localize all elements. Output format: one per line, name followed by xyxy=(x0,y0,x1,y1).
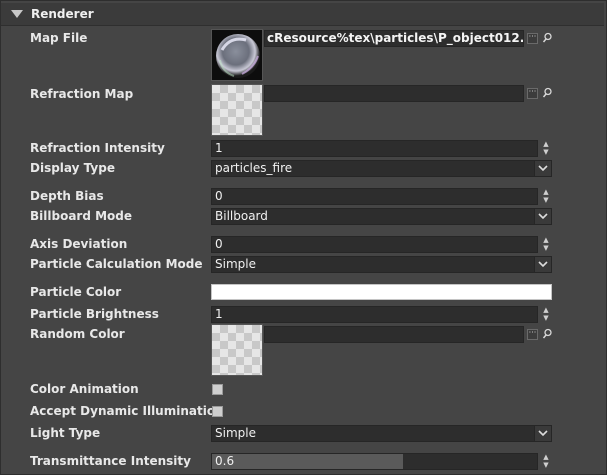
map-file-label: Map File xyxy=(30,31,88,45)
particle-brightness-spinner[interactable]: ▲ ▼ xyxy=(540,306,552,323)
accept-dynamic-illumination-label: Accept Dynamic Illumination xyxy=(30,404,224,418)
chevron-down-icon[interactable] xyxy=(534,426,551,441)
refraction-intensity-label: Refraction Intensity xyxy=(30,141,165,155)
particle-calc-mode-dropdown[interactable]: Simple xyxy=(211,256,552,273)
particle-color-label: Particle Color xyxy=(30,285,122,299)
chevron-down-icon[interactable] xyxy=(534,161,551,176)
ellipsis-icon[interactable]: ··· xyxy=(527,88,538,99)
depth-bias-label: Depth Bias xyxy=(30,189,104,203)
particle-orb-image xyxy=(212,30,262,80)
random-color-label: Random Color xyxy=(30,327,125,341)
section-title: Renderer xyxy=(31,7,94,21)
depth-bias-field[interactable]: 0 xyxy=(211,188,538,205)
axis-deviation-field[interactable]: 0 xyxy=(211,236,538,253)
magnifier-icon[interactable] xyxy=(542,87,552,99)
particle-brightness-field[interactable]: 1 xyxy=(211,306,538,323)
map-file-thumbnail[interactable] xyxy=(211,29,263,81)
refraction-map-thumbnail[interactable] xyxy=(211,84,263,136)
slider-fill xyxy=(212,454,404,469)
color-animation-checkbox[interactable] xyxy=(212,384,223,395)
light-type-label: Light Type xyxy=(30,426,101,440)
particle-calc-mode-label: Particle Calculation Mode xyxy=(30,257,203,271)
ellipsis-icon[interactable]: ··· xyxy=(527,329,538,340)
color-animation-label: Color Animation xyxy=(30,382,139,396)
refraction-map-label: Refraction Map xyxy=(30,87,134,101)
refraction-map-path[interactable] xyxy=(264,85,524,102)
transmittance-intensity-value: 0.6 xyxy=(215,454,235,468)
light-type-dropdown[interactable]: Simple xyxy=(211,425,552,442)
refraction-intensity-spinner[interactable]: ▲ ▼ xyxy=(540,140,552,157)
chevron-down-icon[interactable] xyxy=(534,209,551,224)
billboard-mode-dropdown[interactable]: Billboard xyxy=(211,208,552,225)
display-type-value: particles_fire xyxy=(215,161,293,175)
magnifier-icon[interactable] xyxy=(542,32,552,44)
chevron-down-icon[interactable] xyxy=(534,257,551,272)
billboard-mode-value: Billboard xyxy=(215,209,268,223)
axis-deviation-label: Axis Deviation xyxy=(30,237,128,251)
display-type-label: Display Type xyxy=(30,161,115,175)
ellipsis-icon[interactable]: ··· xyxy=(527,33,538,44)
billboard-mode-label: Billboard Mode xyxy=(30,209,133,223)
particle-brightness-label: Particle Brightness xyxy=(30,307,159,321)
accept-dynamic-illumination-checkbox[interactable] xyxy=(212,406,223,417)
random-color-path[interactable] xyxy=(264,326,524,343)
particle-color-swatch[interactable] xyxy=(211,284,552,300)
particle-calc-mode-value: Simple xyxy=(215,257,256,271)
transmittance-intensity-spinner[interactable]: ▲ ▼ xyxy=(540,453,552,470)
refraction-intensity-field[interactable]: 1 xyxy=(211,140,538,157)
depth-bias-spinner[interactable]: ▲ ▼ xyxy=(540,188,552,205)
magnifier-icon[interactable] xyxy=(542,328,552,340)
transmittance-intensity-slider[interactable]: 0.6 xyxy=(211,453,538,470)
axis-deviation-spinner[interactable]: ▲ ▼ xyxy=(540,236,552,253)
transmittance-intensity-label: Transmittance Intensity xyxy=(30,454,191,468)
light-type-value: Simple xyxy=(215,426,256,440)
renderer-section-header[interactable]: Renderer xyxy=(1,3,604,26)
collapse-triangle-icon[interactable] xyxy=(11,10,23,18)
map-file-path[interactable]: cResource%tex\particles\P_object012.dds xyxy=(264,30,524,47)
display-type-dropdown[interactable]: particles_fire xyxy=(211,160,552,177)
random-color-thumbnail[interactable] xyxy=(211,324,263,376)
